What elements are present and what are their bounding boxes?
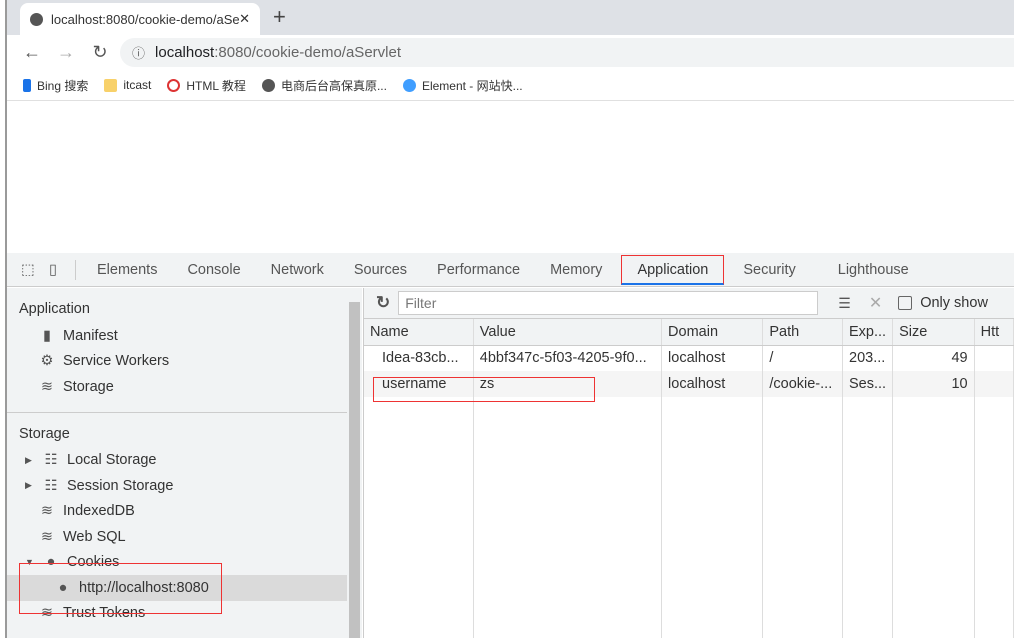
toolbar: ← → ↻ ⓘ localhost:8080/cookie-demo/aServ… [7,35,1014,70]
globe-icon [261,78,275,92]
tab-strip: localhost:8080/cookie-demo/aServlet ✕ + [7,0,1014,35]
tab-network[interactable]: Network [256,253,339,287]
cookies-panel: ↻ Filter ☰ ✕ Only show Name Value Domain… [363,288,1014,638]
clear-filtered-icon[interactable]: ☰ [838,295,851,312]
element-icon [402,78,416,92]
column-header-expires[interactable]: Exp... [842,319,894,346]
close-tab-icon[interactable]: ✕ [239,11,250,27]
refresh-icon[interactable]: ↻ [376,293,390,313]
reload-button[interactable]: ↻ [83,42,117,63]
section-header: Storage [19,425,70,442]
filter-input[interactable]: Filter [398,291,819,315]
column-header-size[interactable]: Size [892,319,975,346]
cell-expires: Ses... [842,371,894,397]
table-row[interactable]: Idea-83cb... 4bbf347c-5f03-4205-9f0... l… [364,345,1014,371]
sidebar-item-web-sql[interactable]: ≋ Web SQL [7,524,347,550]
application-sidebar: Application ▮ Manifest ⚙ Service Workers ≋… [7,288,347,638]
sidebar-item-storage[interactable]: ≋ Storage [7,374,347,400]
bing-icon [23,78,31,92]
cell-httponly [974,345,1014,371]
section-header: Application [19,301,90,317]
bookmark-html[interactable]: HTML 教程 [167,77,246,94]
cell-domain: localhost [661,345,764,371]
runoob-icon [167,78,181,92]
database-icon: ≋ [40,503,54,520]
inspect-icon[interactable]: ⬚ [21,262,41,278]
cell-domain: localhost [661,371,764,397]
cell-size: 10 [892,371,975,397]
cell-httponly [974,371,1014,397]
back-button[interactable]: ← [15,42,49,63]
bookmarks-bar: Bing 搜索 itcast HTML 教程 电商后台高保真原... Eleme… [7,70,1014,101]
sidebar-item-session-storage[interactable]: ▶ ☷ Session Storage [7,473,347,499]
cell-path: / [762,345,844,371]
only-show-checkbox[interactable] [898,296,913,310]
column-header-path[interactable]: Path [762,319,844,346]
bookmark-bing[interactable]: Bing 搜索 [23,77,88,94]
cell-value: 4bbf347c-5f03-4205-9f0... [473,345,663,371]
bookmark-element[interactable]: Element - 网站快... [402,77,523,94]
grid-icon: ☷ [44,452,58,469]
column-header-name[interactable]: Name [364,319,474,346]
browser-window: localhost:8080/cookie-demo/aServlet ✕ + … [5,0,1014,638]
folder-icon [104,78,118,92]
empty-row [364,397,1014,638]
highlight-box [19,563,222,614]
globe-icon [30,12,43,26]
sidebar-item-local-storage[interactable]: ▶ ☷ Local Storage [7,448,347,474]
delete-selected-icon[interactable]: ✕ [869,293,882,313]
devtools-tabs: ⬚ ▯ Elements Console Network Sources Per… [7,253,1014,287]
divider [75,259,76,280]
cookies-table: Name Value Domain Path Exp... Size Htt I… [364,319,1014,638]
forward-button[interactable]: → [49,42,83,63]
highlight-box [373,377,595,402]
device-toggle-icon[interactable]: ▯ [49,262,69,278]
sidebar-scrollbar[interactable] [347,288,362,638]
tab-performance[interactable]: Performance [422,253,535,287]
tab-elements[interactable]: Elements [82,253,172,287]
tab-console[interactable]: Console [172,253,255,287]
sidebar-item-indexeddb[interactable]: ≋ IndexedDB [7,499,347,525]
browser-tab[interactable]: localhost:8080/cookie-demo/aServlet ✕ [20,3,260,35]
cell-name: Idea-83cb... [364,345,474,371]
info-icon[interactable]: ⓘ [132,43,145,62]
expand-arrow-icon[interactable]: ▶ [25,455,35,466]
gear-icon: ⚙ [40,353,54,370]
tab-application[interactable]: Application [621,254,725,285]
devtools-panel: ⬚ ▯ Elements Console Network Sources Per… [7,253,1014,638]
address-bar[interactable]: ⓘ localhost:8080/cookie-demo/aServlet [120,38,1014,67]
bookmark-ecommerce[interactable]: 电商后台高保真原... [261,77,387,94]
sidebar-item-service-workers[interactable]: ⚙ Service Workers [7,349,347,375]
column-header-value[interactable]: Value [473,319,663,346]
database-icon: ≋ [40,378,54,395]
cell-path: /cookie-... [762,371,844,397]
bookmark-itcast[interactable]: itcast [104,78,151,92]
database-icon: ≋ [40,528,54,545]
cookies-toolbar: ↻ Filter ☰ ✕ Only show [364,288,1014,319]
scrollbar-thumb[interactable] [349,302,360,638]
new-tab-button[interactable]: + [273,4,286,30]
cell-expires: 203... [842,345,894,371]
column-header-httponly[interactable]: Htt [974,319,1014,346]
cell-size: 49 [892,345,975,371]
sidebar-item-manifest[interactable]: ▮ Manifest [7,323,347,349]
tab-security[interactable]: Security [728,253,810,287]
grid-icon: ☷ [44,477,58,494]
file-icon: ▮ [43,327,51,344]
tab-lighthouse[interactable]: Lighthouse [823,253,924,287]
column-header-domain[interactable]: Domain [661,319,764,346]
tab-memory[interactable]: Memory [535,253,617,287]
expand-arrow-icon[interactable]: ▶ [25,480,35,491]
tab-sources[interactable]: Sources [339,253,422,287]
